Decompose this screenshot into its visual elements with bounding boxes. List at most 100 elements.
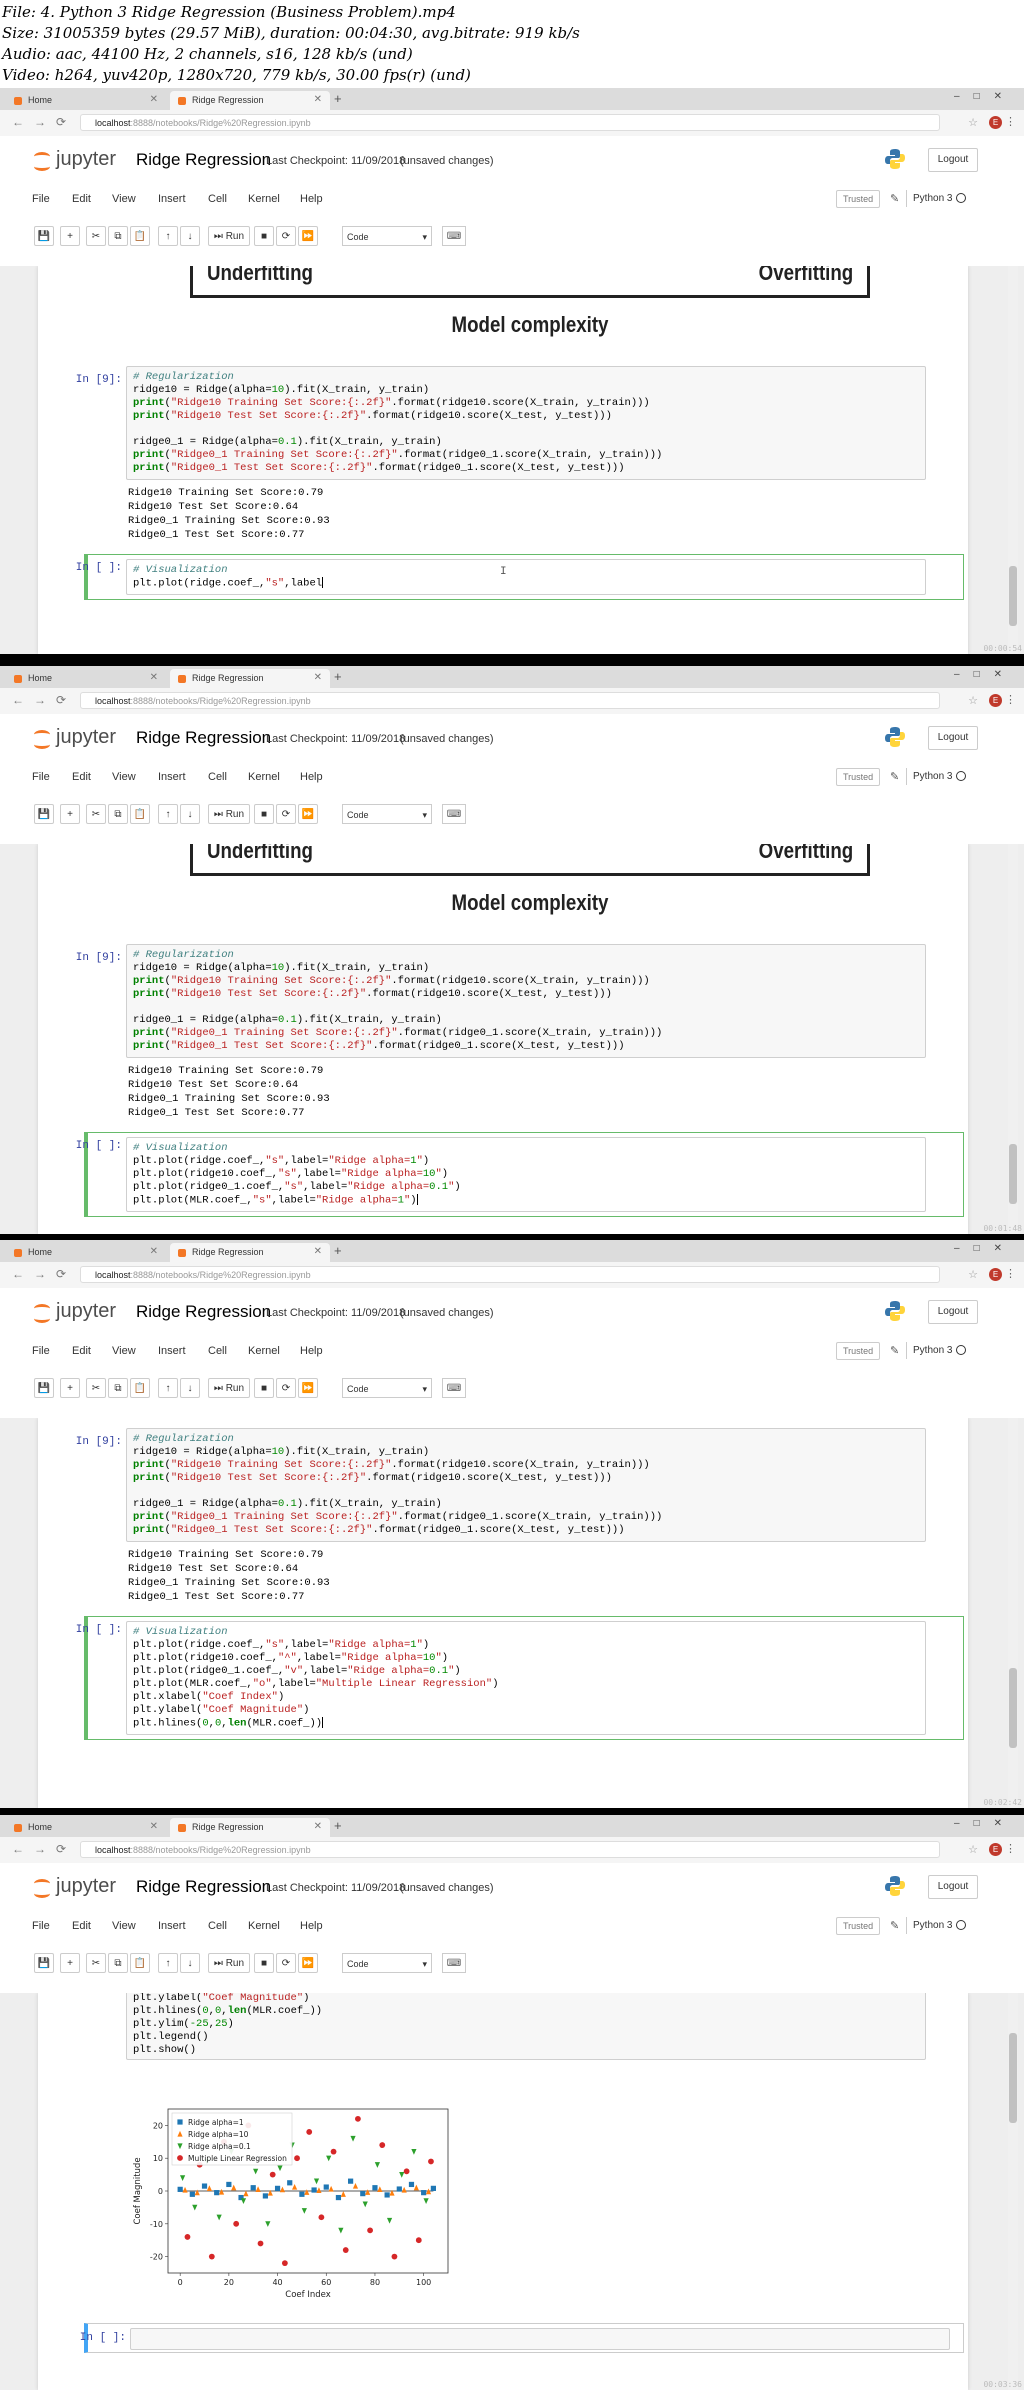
cut-icon[interactable]: ✂	[86, 804, 106, 824]
notebook-title[interactable]: Ridge Regression	[136, 150, 271, 170]
close-icon[interactable]: ✕	[314, 1246, 322, 1257]
empty-cell-input[interactable]	[130, 2328, 950, 2350]
restart-run-all-icon[interactable]: ⏩	[298, 1378, 318, 1398]
trusted-badge[interactable]: Trusted	[836, 768, 881, 786]
browser-menu-icon[interactable]: ⋮	[1005, 1267, 1016, 1280]
menu-cell[interactable]: Cell	[208, 771, 227, 783]
bookmark-star-icon[interactable]: ☆	[968, 694, 978, 707]
close-icon[interactable]: ✕	[314, 94, 322, 105]
move-down-icon[interactable]: ↓	[180, 1378, 200, 1398]
nav-buttons[interactable]: ←→⟳	[12, 1267, 76, 1281]
pencil-icon[interactable]: ✎	[890, 1919, 899, 1932]
copy-icon[interactable]: ⧉	[108, 1953, 128, 1973]
scrollbar-thumb[interactable]	[1009, 1668, 1017, 1748]
menu-kernel[interactable]: Kernel	[248, 1345, 280, 1357]
menu-file[interactable]: File	[32, 771, 50, 783]
close-icon[interactable]: ✕	[314, 1821, 322, 1832]
move-down-icon[interactable]: ↓	[180, 226, 200, 246]
restart-icon[interactable]: ⟳	[276, 1953, 296, 1973]
run-button[interactable]: ⏭ Run	[208, 1378, 250, 1398]
save-icon[interactable]: 💾	[34, 1378, 54, 1398]
paste-icon[interactable]: 📋	[130, 804, 150, 824]
paste-icon[interactable]: 📋	[130, 1953, 150, 1973]
menu-help[interactable]: Help	[300, 1345, 323, 1357]
paste-icon[interactable]: 📋	[130, 1378, 150, 1398]
menu-help[interactable]: Help	[300, 193, 323, 205]
close-icon[interactable]: ✕	[150, 1246, 158, 1257]
menu-help[interactable]: Help	[300, 771, 323, 783]
close-icon[interactable]: ✕	[314, 672, 322, 683]
copy-icon[interactable]: ⧉	[108, 1378, 128, 1398]
insert-cell-button[interactable]: +	[60, 226, 80, 246]
profile-avatar[interactable]: E	[989, 694, 1002, 707]
insert-cell-button[interactable]: +	[60, 1953, 80, 1973]
jupyter-logo[interactable]: jupyter	[34, 148, 116, 171]
tab-home[interactable]: Home ✕	[6, 1243, 166, 1262]
copy-icon[interactable]: ⧉	[108, 226, 128, 246]
tab-home[interactable]: Home ✕	[6, 91, 166, 110]
logout-button[interactable]: Logout	[928, 148, 978, 172]
bookmark-star-icon[interactable]: ☆	[968, 1843, 978, 1856]
regularization-code-cell[interactable]: # Regularization ridge10 = Ridge(alpha=1…	[126, 1428, 926, 1542]
close-icon[interactable]: ✕	[150, 94, 158, 105]
nav-buttons[interactable]: ←→⟳	[12, 693, 76, 707]
pencil-icon[interactable]: ✎	[890, 770, 899, 783]
notebook-content[interactable]: Underfitting Overfitting Model complexit…	[0, 266, 1024, 654]
run-button[interactable]: ⏭ Run	[208, 1953, 250, 1973]
menu-view[interactable]: View	[112, 1345, 136, 1357]
empty-code-cell[interactable]: In [ ]:	[80, 2323, 964, 2353]
visualization-code-cell[interactable]: # Visualization plt.plot(ridge.coef_,"s"…	[126, 1137, 926, 1212]
logout-button[interactable]: Logout	[928, 1300, 978, 1324]
new-tab-button[interactable]: +	[334, 669, 342, 684]
run-button[interactable]: ⏭ Run	[208, 804, 250, 824]
move-up-icon[interactable]: ↑	[158, 1953, 178, 1973]
menu-insert[interactable]: Insert	[158, 1345, 186, 1357]
scrollbar[interactable]	[1008, 1993, 1018, 2390]
move-up-icon[interactable]: ↑	[158, 804, 178, 824]
profile-avatar[interactable]: E	[989, 1843, 1002, 1856]
bookmark-star-icon[interactable]: ☆	[968, 116, 978, 129]
new-tab-button[interactable]: +	[334, 1818, 342, 1833]
cell-type-select[interactable]: Code	[342, 226, 432, 247]
menu-view[interactable]: View	[112, 1920, 136, 1932]
pencil-icon[interactable]: ✎	[890, 1344, 899, 1357]
new-tab-button[interactable]: +	[334, 1243, 342, 1258]
menu-cell[interactable]: Cell	[208, 193, 227, 205]
menu-edit[interactable]: Edit	[72, 1345, 91, 1357]
jupyter-logo[interactable]: jupyter	[34, 726, 116, 749]
restart-run-all-icon[interactable]: ⏩	[298, 804, 318, 824]
insert-cell-button[interactable]: +	[60, 1378, 80, 1398]
browser-menu-icon[interactable]: ⋮	[1005, 1842, 1016, 1855]
menu-view[interactable]: View	[112, 771, 136, 783]
keyboard-shortcuts-icon[interactable]: ⌨	[442, 1378, 466, 1398]
notebook-content[interactable]: Underfitting Overfitting Model complexit…	[0, 844, 1024, 1234]
nav-buttons[interactable]: ←→⟳	[12, 1842, 76, 1856]
window-controls[interactable]: –□✕	[954, 669, 1016, 680]
logout-button[interactable]: Logout	[928, 726, 978, 750]
keyboard-shortcuts-icon[interactable]: ⌨	[442, 804, 466, 824]
menu-edit[interactable]: Edit	[72, 1920, 91, 1932]
paste-icon[interactable]: 📋	[130, 226, 150, 246]
profile-avatar[interactable]: E	[989, 1268, 1002, 1281]
logout-button[interactable]: Logout	[928, 1875, 978, 1899]
insert-cell-button[interactable]: +	[60, 804, 80, 824]
bookmark-star-icon[interactable]: ☆	[968, 1268, 978, 1281]
stop-icon[interactable]: ■	[254, 1378, 274, 1398]
url-input[interactable]: localhost:8888/notebooks/Ridge%20Regress…	[80, 1841, 940, 1858]
menu-kernel[interactable]: Kernel	[248, 193, 280, 205]
menu-edit[interactable]: Edit	[72, 193, 91, 205]
tab-ridge-regression[interactable]: Ridge Regression ✕	[170, 1818, 330, 1837]
menu-insert[interactable]: Insert	[158, 771, 186, 783]
visualization-code-cell[interactable]: plt.ylabel("Coef Magnitude") plt.hlines(…	[126, 1993, 926, 2060]
scrollbar-thumb[interactable]	[1009, 2033, 1017, 2123]
stop-icon[interactable]: ■	[254, 226, 274, 246]
close-icon[interactable]: ✕	[150, 672, 158, 683]
notebook-title[interactable]: Ridge Regression	[136, 1877, 271, 1897]
restart-icon[interactable]: ⟳	[276, 226, 296, 246]
menu-kernel[interactable]: Kernel	[248, 1920, 280, 1932]
pencil-icon[interactable]: ✎	[890, 192, 899, 205]
url-input[interactable]: localhost:8888/notebooks/Ridge%20Regress…	[80, 114, 940, 131]
scrollbar[interactable]	[1008, 266, 1018, 654]
cell-type-select[interactable]: Code	[342, 804, 432, 825]
tab-ridge-regression[interactable]: Ridge Regression ✕	[170, 1243, 330, 1262]
